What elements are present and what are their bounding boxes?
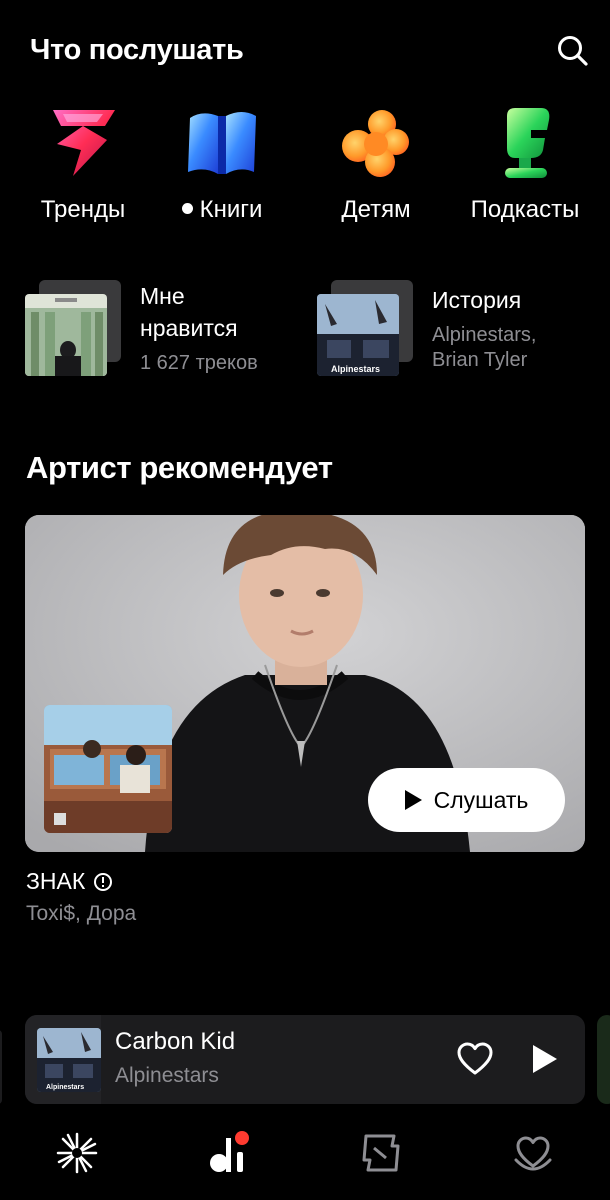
like-heart-icon[interactable] — [457, 1042, 493, 1076]
history-tile[interactable]: Alpinestars История Alpinestars, Brian T… — [317, 280, 587, 380]
category-podcasts[interactable]: Подкасты — [450, 100, 600, 230]
svg-text:Alpinestars: Alpinestars — [46, 1084, 84, 1091]
album-art-image — [44, 705, 172, 833]
header: Что послушать — [30, 30, 590, 74]
play-icon — [404, 790, 422, 810]
album-title: ЗНАК — [26, 868, 86, 894]
books-icon — [188, 112, 256, 174]
kids-icon — [342, 110, 409, 177]
history-artists-line1: Alpinestars, — [432, 324, 537, 346]
explicit-icon — [94, 872, 113, 891]
search-icon[interactable] — [556, 34, 590, 68]
next-card-peek — [597, 1015, 610, 1104]
album-title-row[interactable]: ЗНАК — [26, 868, 113, 895]
category-label: Тренды — [40, 196, 126, 223]
new-dot-icon — [181, 203, 193, 214]
liked-title-line1: Мне — [140, 283, 185, 309]
category-label: Подкасты — [470, 196, 580, 223]
album-art-image — [25, 294, 107, 376]
history-title: История — [432, 287, 522, 313]
album-art-image: Alpinestars — [37, 1028, 101, 1092]
history-artists-line2: Brian Tyler — [432, 349, 528, 371]
history-cover: Alpinestars — [317, 294, 399, 376]
album-artists[interactable]: Toxi$, Дора — [26, 902, 136, 926]
category-trends[interactable]: Тренды — [8, 100, 158, 230]
tab-spark-icon[interactable] — [54, 1130, 100, 1176]
now-playing-title: Carbon Kid — [115, 1028, 236, 1055]
now-playing-artist: Alpinestars — [115, 1064, 219, 1087]
listen-button[interactable]: Слушать — [368, 768, 565, 832]
now-playing-cover: Alpinestars — [37, 1028, 101, 1092]
album-art-image: Alpinestars — [317, 294, 399, 376]
play-icon[interactable] — [533, 1045, 557, 1073]
category-books[interactable]: Книги — [147, 100, 297, 230]
podcasts-icon — [505, 108, 550, 178]
section-title: Артист рекомендует — [26, 450, 333, 485]
category-label: Детям — [341, 196, 411, 223]
bottom-tab-bar — [0, 1110, 610, 1200]
svg-text:Alpinestars: Alpinestars — [331, 364, 380, 374]
category-label: Книги — [199, 196, 263, 223]
liked-tracks-tile[interactable]: Мне нравится 1 627 треков — [25, 280, 295, 380]
tab-favorites-icon[interactable] — [510, 1130, 556, 1176]
tab-shelf-icon[interactable] — [358, 1130, 404, 1176]
liked-cover — [25, 294, 107, 376]
page-title: Что послушать — [30, 34, 244, 66]
album-cover[interactable] — [44, 705, 172, 833]
mini-player[interactable]: Alpinestars Carbon Kid Alpinestars — [25, 1015, 585, 1104]
category-row: Тренды Книги Детям Подкасты — [0, 100, 610, 230]
listen-label: Слушать — [433, 786, 529, 813]
tab-collection-icon[interactable] — [206, 1130, 252, 1176]
trends-icon — [53, 110, 115, 176]
liked-count: 1 627 треков — [140, 352, 258, 374]
liked-title-line2: нравится — [140, 315, 238, 341]
previous-card-peek — [0, 1030, 2, 1104]
category-kids[interactable]: Детям — [301, 100, 451, 230]
